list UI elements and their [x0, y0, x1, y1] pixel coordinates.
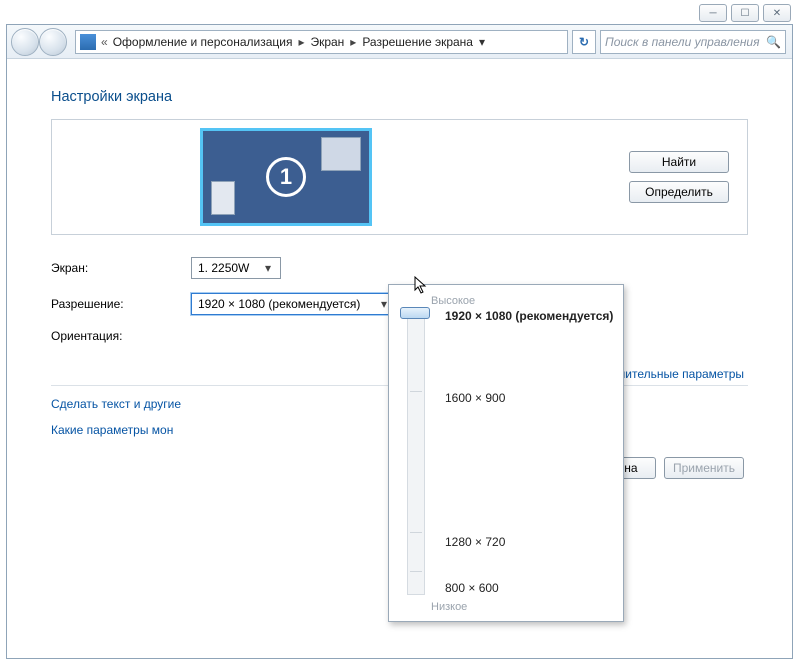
resolution-popup[interactable]: Высокое 1920 × 1080 (рекомендуется) 1600…: [388, 284, 624, 622]
close-button[interactable]: ✕: [763, 4, 791, 22]
search-icon: 🔍: [766, 35, 781, 49]
slider-top-label: Высокое: [431, 295, 611, 307]
forward-button[interactable]: [39, 28, 67, 56]
monitor-selector-box: 1 Найти Определить: [51, 119, 748, 235]
minimize-button[interactable]: ─: [699, 4, 727, 22]
monitor-number: 1: [266, 157, 306, 197]
resolution-dropdown[interactable]: 1920 × 1080 (рекомендуется) ▾: [191, 293, 397, 315]
resolution-option[interactable]: 1600 × 900: [445, 391, 505, 405]
slider-bottom-label: Низкое: [431, 601, 467, 613]
identify-button[interactable]: Определить: [629, 181, 729, 203]
navigation-bar: « Оформление и персонализация ▸ Экран ▸ …: [7, 25, 792, 59]
resolution-slider-thumb[interactable]: [400, 307, 430, 319]
resolution-option[interactable]: 1280 × 720: [445, 535, 505, 549]
resolution-option[interactable]: 1920 × 1080 (рекомендуется): [445, 309, 613, 323]
back-button[interactable]: [11, 28, 39, 56]
control-panel-icon: [80, 34, 96, 50]
breadcrumb-prefix: «: [98, 35, 111, 49]
resolution-option[interactable]: 800 × 600: [445, 581, 499, 595]
breadcrumb-item[interactable]: Разрешение экрана: [362, 35, 473, 49]
chevron-right-icon: ▸: [294, 35, 308, 49]
refresh-button[interactable]: ↻: [572, 30, 596, 54]
apply-button[interactable]: Применить: [664, 457, 744, 479]
chevron-down-icon[interactable]: ▾: [475, 35, 489, 49]
breadcrumb-item[interactable]: Экран: [310, 35, 344, 49]
resolution-label: Разрешение:: [51, 297, 191, 311]
breadcrumb-item[interactable]: Оформление и персонализация: [113, 35, 293, 49]
screen-dropdown[interactable]: 1. 2250W ▾: [191, 257, 281, 279]
screen-value: 1. 2250W: [198, 261, 249, 275]
preview-window-icon: [211, 181, 235, 215]
screen-label: Экран:: [51, 261, 191, 275]
resolution-slider-track[interactable]: [407, 311, 425, 595]
text-scale-link[interactable]: Сделать текст и другие: [51, 397, 181, 411]
breadcrumb[interactable]: « Оформление и персонализация ▸ Экран ▸ …: [75, 30, 568, 54]
chevron-right-icon: ▸: [346, 35, 360, 49]
monitor-preview[interactable]: 1: [200, 128, 372, 226]
resolution-value: 1920 × 1080 (рекомендуется): [198, 297, 360, 311]
which-params-link[interactable]: Какие параметры мон: [51, 423, 173, 437]
orientation-label: Ориентация:: [51, 329, 191, 343]
search-placeholder: Поиск в панели управления: [605, 35, 760, 49]
preview-window-icon: [321, 137, 361, 171]
find-button[interactable]: Найти: [629, 151, 729, 173]
maximize-button[interactable]: ☐: [731, 4, 759, 22]
page-title: Настройки экрана: [51, 89, 748, 105]
search-input[interactable]: Поиск в панели управления 🔍: [600, 30, 786, 54]
chevron-down-icon: ▾: [260, 261, 276, 275]
